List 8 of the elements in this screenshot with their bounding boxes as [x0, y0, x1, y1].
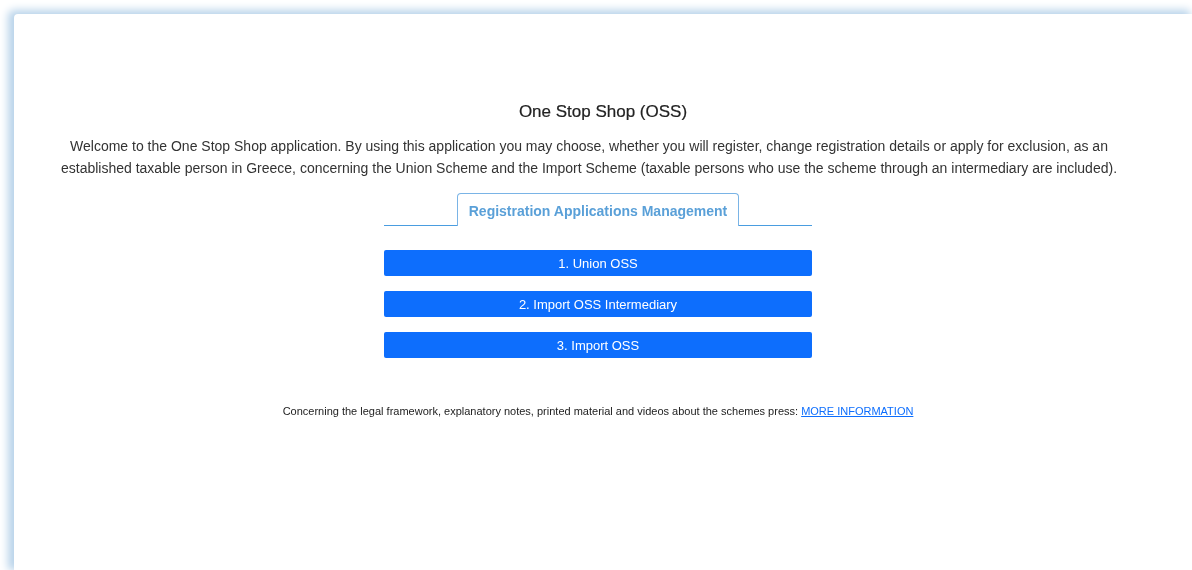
tab[interactable]: Registration Applications Management — [456, 193, 740, 226]
scheme-button[interactable]: 2. Import OSS Intermediary — [384, 291, 812, 317]
page-title: One Stop Shop (OSS) — [518, 102, 688, 122]
intro-paragraph: Welcome to the One Stop Shop application. By using this application you may choose, whether you will register, change registration details or apply for exclusion, as an established taxable person in Greece, concerning the Union Scheme and the Import Scheme (taxable persons who use the scheme through an intermediary are included). — [59, 137, 1119, 178]
more-information-link[interactable]: MORE INFORMATION — [801, 405, 914, 417]
scheme-button[interactable]: 1. Union OSS — [384, 250, 812, 276]
info-sentence: Concerning the legal framework, explanatory notes, printed material and videos about the schemes press: MORE INFORMATION — [282, 405, 914, 417]
scheme-button[interactable]: 3. Import OSS — [384, 332, 812, 358]
